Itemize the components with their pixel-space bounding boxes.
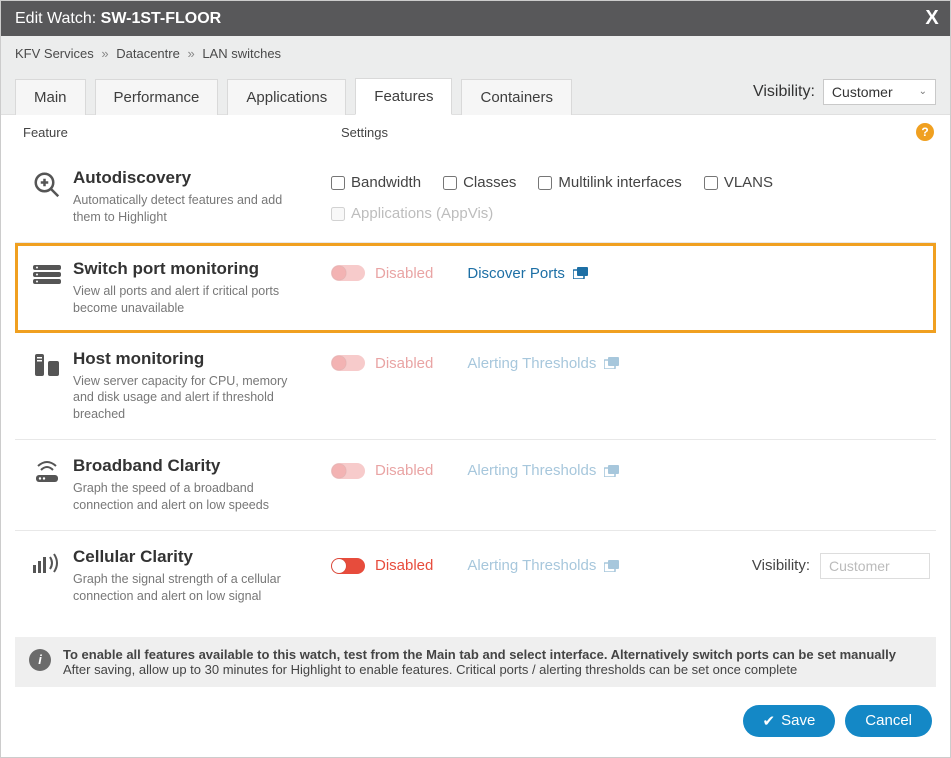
tab-performance[interactable]: Performance [95, 79, 219, 115]
row-visibility-label: Visibility: [752, 557, 810, 574]
feature-desc: Graph the signal strength of a cellular … [73, 571, 311, 605]
feature-title: Autodiscovery [73, 168, 311, 188]
row-switch-port: Switch port monitoring View all ports an… [15, 243, 936, 333]
toggle-label: Disabled [375, 265, 433, 282]
column-feature: Feature [23, 125, 341, 140]
save-button[interactable]: ✔ Save [743, 705, 836, 737]
columns-header: Feature Settings ? [1, 115, 950, 152]
popup-icon [604, 357, 620, 369]
magnifier-plus-icon [21, 168, 73, 200]
tabbar: Main Performance Applications Features C… [1, 71, 950, 115]
breadcrumb-item[interactable]: LAN switches [202, 46, 281, 61]
check-icon: ✔ [763, 712, 776, 730]
cellular-icon [21, 547, 73, 577]
feature-desc: View all ports and alert if critical por… [73, 283, 311, 317]
info-line-1: To enable all features available to this… [63, 647, 896, 662]
row-autodiscovery: Autodiscovery Automatically detect featu… [15, 152, 936, 243]
visibility-select[interactable]: Customer ⌄ [823, 79, 936, 105]
tab-containers[interactable]: Containers [461, 79, 572, 115]
row-broadband: Broadband Clarity Graph the speed of a b… [15, 440, 936, 531]
info-bar: i To enable all features available to th… [15, 637, 936, 687]
edit-watch-window: Edit Watch: SW-1ST-FLOOR X KFV Services … [0, 0, 951, 758]
toggle-label: Disabled [375, 557, 433, 574]
feature-title: Broadband Clarity [73, 456, 311, 476]
cancel-button[interactable]: Cancel [845, 705, 932, 737]
checkbox-applications: Applications (AppVis) [331, 205, 493, 222]
row-cellular: Cellular Clarity Graph the signal streng… [15, 531, 936, 621]
tab-features[interactable]: Features [355, 78, 452, 115]
row-host: Host monitoring View server capacity for… [15, 333, 936, 441]
popup-icon [573, 267, 589, 279]
popup-icon [604, 465, 620, 477]
breadcrumb-item[interactable]: KFV Services [15, 46, 94, 61]
title-watch: SW-1ST-FLOOR [101, 10, 222, 27]
help-icon[interactable]: ? [916, 123, 934, 141]
title-prefix: Edit Watch: [15, 10, 101, 27]
switch-icon [21, 259, 73, 289]
close-button[interactable]: X [914, 7, 950, 30]
feature-title: Cellular Clarity [73, 547, 311, 567]
toggle-cellular[interactable] [331, 558, 365, 574]
feature-desc: Graph the speed of a broadband connectio… [73, 480, 311, 514]
tab-main[interactable]: Main [15, 79, 86, 115]
breadcrumb-separator: » [187, 46, 194, 61]
breadcrumb: KFV Services » Datacentre » LAN switches [1, 36, 950, 71]
checkbox-bandwidth[interactable]: Bandwidth [331, 174, 421, 191]
toggle-label: Disabled [375, 462, 433, 479]
titlebar: Edit Watch: SW-1ST-FLOOR X [1, 1, 950, 36]
visibility-label: Visibility: [753, 83, 815, 101]
footer: ✔ Save Cancel [1, 687, 950, 757]
toggle-host[interactable] [331, 355, 365, 371]
server-icon [21, 349, 73, 379]
breadcrumb-separator: » [101, 46, 108, 61]
tab-applications[interactable]: Applications [227, 79, 346, 115]
info-icon: i [29, 649, 51, 671]
alerting-thresholds-link: Alerting Thresholds [467, 462, 620, 479]
feature-title: Switch port monitoring [73, 259, 311, 279]
alerting-thresholds-link: Alerting Thresholds [467, 355, 620, 372]
breadcrumb-item[interactable]: Datacentre [116, 46, 180, 61]
feature-title: Host monitoring [73, 349, 311, 369]
toggle-broadband[interactable] [331, 463, 365, 479]
toggle-switch-port[interactable] [331, 265, 365, 281]
column-settings: Settings [341, 125, 936, 140]
alerting-thresholds-link: Alerting Thresholds [467, 557, 620, 574]
feature-desc: Automatically detect features and add th… [73, 192, 311, 226]
discover-ports-link[interactable]: Discover Ports [467, 265, 589, 282]
row-visibility-select[interactable]: Customer [820, 553, 930, 579]
checkbox-multilink[interactable]: Multilink interfaces [538, 174, 681, 191]
chevron-down-icon: ⌄ [919, 86, 927, 97]
popup-icon [604, 560, 620, 572]
router-icon [21, 456, 73, 486]
info-line-2: After saving, allow up to 30 minutes for… [63, 662, 896, 677]
checkbox-classes[interactable]: Classes [443, 174, 516, 191]
checkbox-vlans[interactable]: VLANS [704, 174, 773, 191]
feature-desc: View server capacity for CPU, memory and… [73, 373, 311, 424]
toggle-label: Disabled [375, 355, 433, 372]
